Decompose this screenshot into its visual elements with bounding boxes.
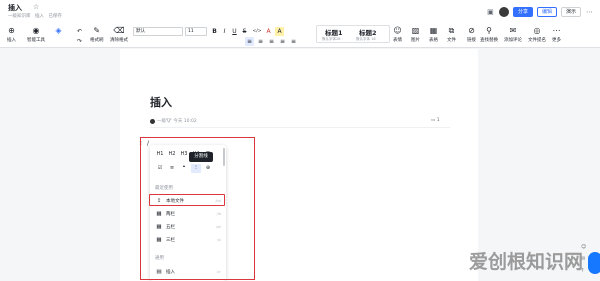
find-replace-button[interactable]: ⚲ 查找替换	[480, 25, 498, 43]
heading-styles: 标题1 默认字体28 · 标题2 默认字体 16 ·	[316, 25, 390, 43]
ai-button[interactable]: ◈	[53, 25, 64, 42]
add-comment-button[interactable]: ✉ 添加评论	[504, 25, 522, 43]
font-select[interactable]: 默认	[133, 27, 183, 36]
clear-format-button[interactable]: ⌫ 清除格式	[110, 25, 128, 43]
search-icon: ⚲	[486, 26, 492, 35]
comment-icon: ✉	[509, 26, 517, 35]
comment-count[interactable]: ▭ 1	[431, 118, 440, 123]
smile-icon: ☺	[393, 26, 402, 35]
divider	[150, 127, 450, 128]
strike-button[interactable]: S	[240, 27, 249, 36]
format-painter-button[interactable]: ✎ 格式刷	[90, 25, 104, 43]
plus-icon: ⊕	[8, 26, 15, 35]
top-bar: 插入 ☆ 一级知识库 插入 已保存 ▣ 分享 编辑 演示 ⋯	[0, 0, 600, 22]
document-title: 插入	[8, 4, 22, 12]
highlight-button[interactable]: A	[275, 27, 284, 36]
heading1-sub: 默认字体28 ·	[322, 37, 343, 41]
brush-icon: ✎	[93, 26, 101, 35]
image-button[interactable]: ▨ 图片	[410, 25, 421, 43]
star-icon[interactable]: ☆	[33, 3, 39, 11]
smart-tools-button[interactable]: ◉ 智能工具	[27, 25, 45, 43]
heading2-option[interactable]: 标题2	[359, 27, 377, 37]
table-button[interactable]: ▦ 表格	[428, 25, 439, 43]
link-button[interactable]: ⊘ 链接	[466, 25, 477, 43]
avatar[interactable]	[498, 6, 509, 17]
video-icon[interactable]: ▣	[486, 7, 495, 16]
breadcrumb-item[interactable]: 插入	[35, 14, 44, 19]
watermark: 爱创根知识网	[469, 251, 584, 273]
edit-button[interactable]: 编辑	[536, 6, 557, 17]
present-button[interactable]: 演示	[560, 6, 581, 17]
file-button[interactable]: ⧉ 文件	[446, 25, 457, 44]
image-icon: ▨	[411, 26, 420, 35]
indent-button[interactable]: ≡	[267, 37, 276, 46]
eraser-icon: ⌫	[113, 26, 125, 35]
editor-toolbar: ⊕ 插入 ◉ 智能工具 ◈ ↶ ↷ ✎ 格式刷 ⌫ 清除格式 默认 11 B I U S…	[0, 22, 600, 48]
emoji-button[interactable]: ☺ 表情	[392, 25, 403, 43]
breadcrumb-item[interactable]: 一级知识库	[8, 14, 31, 19]
insert-button[interactable]: ⊕ 插入	[6, 25, 17, 43]
summary-button[interactable]: ◎ 文件提名	[528, 25, 546, 43]
ai-badge-icon: ◈	[55, 26, 62, 35]
align-left-button[interactable]: ≡	[245, 37, 254, 46]
italic-button[interactable]: I	[220, 27, 229, 36]
highlight-box-local-file	[149, 194, 225, 206]
more-list-button[interactable]: ≡	[289, 37, 298, 46]
link-icon: ⊘	[468, 26, 475, 35]
share-button[interactable]: 分享	[512, 6, 533, 17]
heading2-sub: 默认字体 16 ·	[356, 37, 378, 41]
edit-time: 今天 10:02	[173, 119, 197, 124]
file-icon: ⧉	[448, 25, 455, 35]
saved-status: 已保存	[48, 14, 62, 19]
author-avatar	[150, 118, 155, 124]
bold-button[interactable]: B	[210, 27, 219, 36]
summary-icon: ◎	[533, 26, 541, 35]
doc-meta: 一级🐮 今天 10:02	[150, 118, 197, 124]
more-button[interactable]: ⋯ 更多	[551, 25, 562, 43]
font-color-button[interactable]: A	[264, 27, 273, 36]
table-icon: ▦	[429, 26, 438, 35]
redo-icon[interactable]: ↷	[75, 37, 84, 46]
top-actions: ▣ 分享 编辑 演示 ⋯	[486, 5, 594, 18]
heading1-option[interactable]: 标题1	[325, 27, 343, 37]
page-title[interactable]: 插入	[150, 94, 172, 110]
code-button[interactable]: </>	[251, 27, 263, 36]
highlight-box-popup	[140, 137, 255, 280]
watermark-logo	[588, 252, 600, 274]
size-select[interactable]: 11	[185, 27, 207, 36]
list-button[interactable]: ≡	[278, 37, 287, 46]
author-name: 一级🐮	[157, 119, 172, 124]
more-icon[interactable]: ⋯	[585, 7, 594, 16]
undo-icon[interactable]: ↶	[75, 27, 84, 36]
more-dots-icon: ⋯	[552, 26, 561, 35]
ai-icon: ◉	[32, 26, 40, 35]
underline-button[interactable]: U	[230, 27, 239, 36]
align-center-button[interactable]: ≡	[256, 37, 265, 46]
breadcrumb: 一级知识库 插入 已保存	[8, 13, 65, 19]
